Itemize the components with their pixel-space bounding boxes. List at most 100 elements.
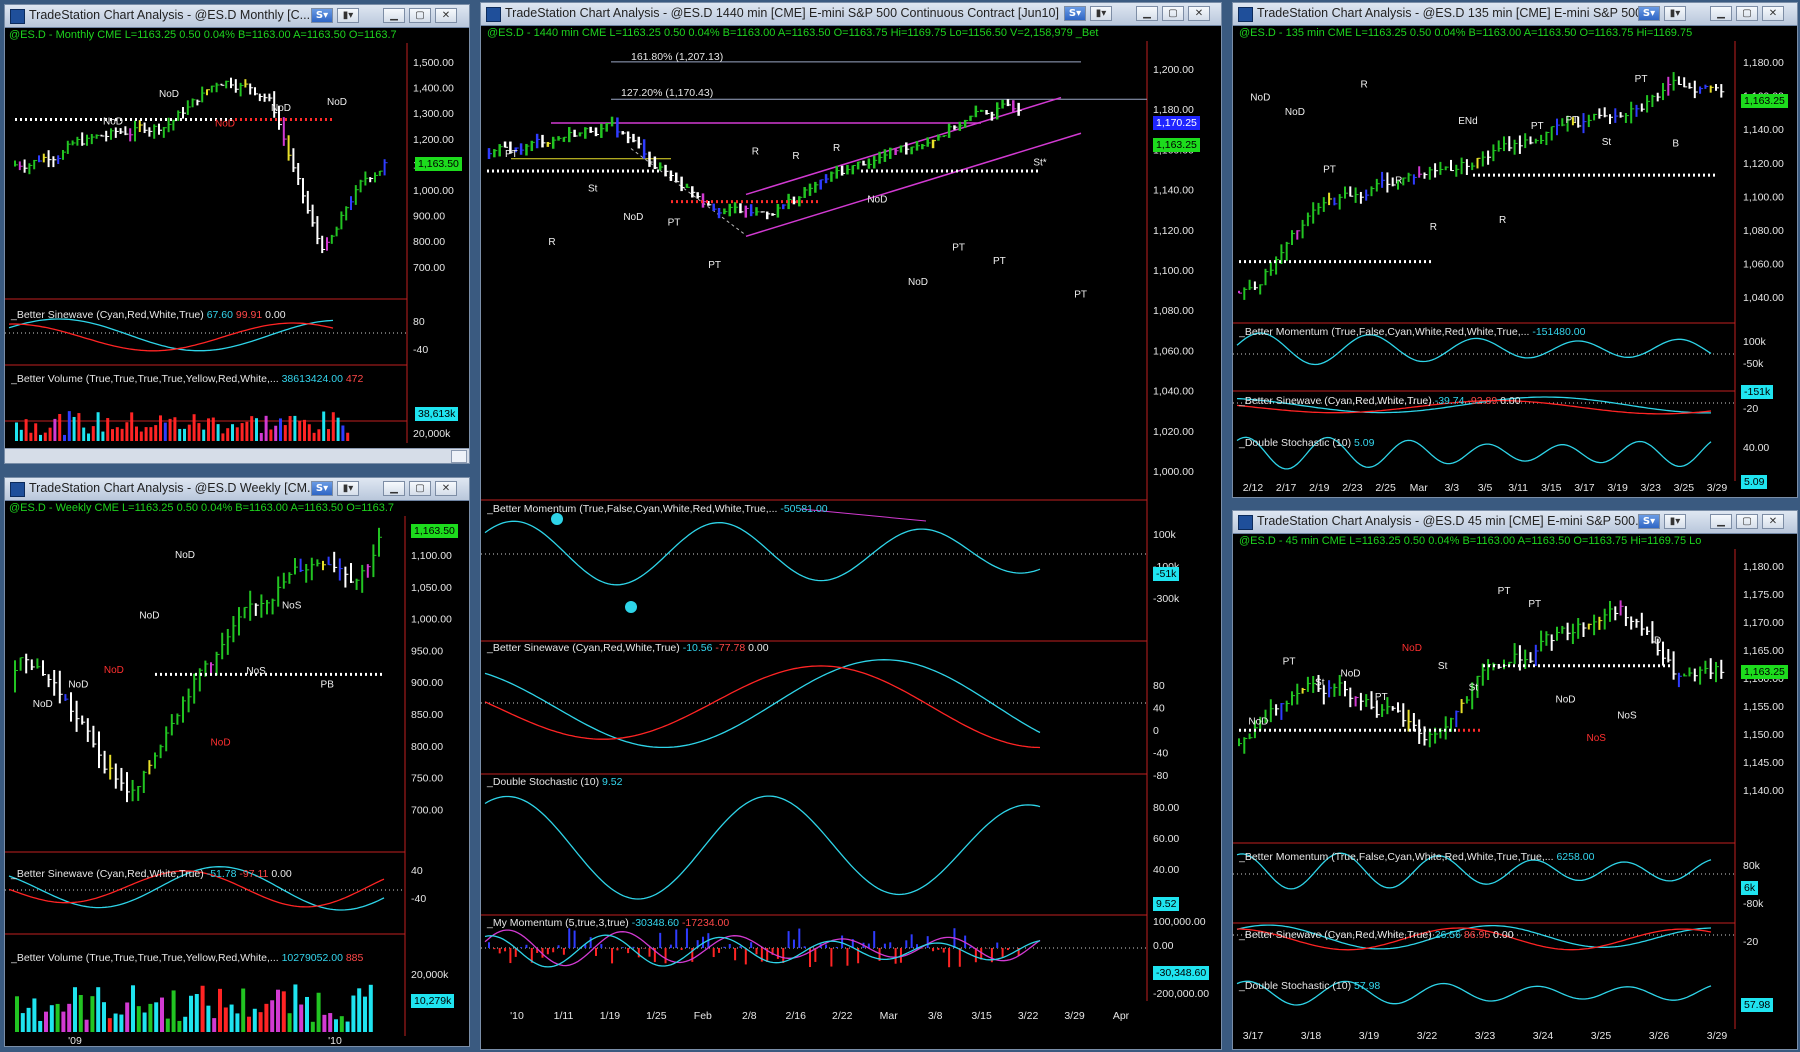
date-tick-label: 1/11	[554, 1010, 574, 1022]
close-button[interactable]: ✕	[435, 8, 457, 23]
symbol-link-button[interactable]: S▾	[1638, 6, 1660, 21]
maximize-button[interactable]: ▢	[1162, 6, 1184, 21]
volume-bar	[135, 426, 138, 441]
signal-marker: NoD	[1285, 107, 1305, 118]
title-bar[interactable]: TradeStation Chart Analysis - @ES.D Week…	[5, 478, 469, 501]
symbol-link-button[interactable]: S▾	[311, 481, 333, 496]
minimize-button[interactable]: ▁	[1710, 6, 1732, 21]
volume-bar	[90, 996, 95, 1032]
date-tick-label: 3/11	[1508, 482, 1528, 494]
chart-window-45min[interactable]: TradeStation Chart Analysis - @ES.D 45 m…	[1232, 510, 1798, 1050]
menu-button[interactable]: ▮▾	[1090, 6, 1112, 21]
price-tick-label: 1,140.00	[1153, 185, 1194, 197]
momentum-tick-label: 100k	[1153, 529, 1177, 541]
price-tick-label: 1,060.00	[1153, 345, 1194, 357]
volume-bar	[259, 432, 263, 441]
menu-button[interactable]: ▮▾	[337, 481, 359, 496]
close-button[interactable]: ✕	[1762, 514, 1784, 529]
price-chart-1440min[interactable]: 1,200.001,180.001,160.001,140.001,120.00…	[481, 41, 1221, 1049]
price-tick-label: 900.00	[411, 677, 443, 689]
symbol-link-button[interactable]: S▾	[311, 8, 333, 23]
volume-bar	[264, 415, 268, 441]
price-tick-label: 1,175.00	[1743, 589, 1784, 601]
menu-button[interactable]: ▮▾	[1664, 514, 1686, 529]
symbol-link-button[interactable]: S▾	[1064, 6, 1086, 21]
title-bar[interactable]: TradeStation Chart Analysis - @ES.D 135 …	[1233, 3, 1797, 26]
volume-bar	[281, 991, 286, 1032]
chart-window-monthly[interactable]: TradeStation Chart Analysis - @ES.D Mont…	[4, 4, 470, 464]
minimize-button[interactable]: ▁	[383, 481, 405, 496]
my-momentum-tick-label: -200,000.00	[1153, 988, 1209, 1000]
signal-marker: R	[1430, 222, 1437, 233]
maximize-button[interactable]: ▢	[1736, 6, 1758, 21]
price-chart-45min[interactable]: 1,180.001,175.001,170.001,165.001,160.00…	[1233, 549, 1797, 1049]
signal-marker: PT	[952, 242, 965, 253]
volume-bar	[189, 995, 193, 1032]
symbol-link-button[interactable]: S▾	[1638, 514, 1660, 529]
volume-bar	[67, 411, 71, 441]
sinewave-cyan-line	[484, 659, 1041, 749]
minimize-button[interactable]: ▁	[1136, 6, 1158, 21]
date-tick-label: 3/22	[1417, 1030, 1438, 1042]
price-chart-135min[interactable]: 1,180.001,160.001,140.001,120.001,100.00…	[1233, 41, 1797, 497]
volume-bar	[111, 429, 114, 441]
signal-marker: D	[1654, 636, 1661, 647]
close-button[interactable]: ✕	[1762, 6, 1784, 21]
close-button[interactable]: ✕	[435, 481, 457, 496]
sinewave-label: _Better Sinewave (Cyan,Red,White,True) -…	[11, 868, 292, 880]
window-title: TradeStation Chart Analysis - @ES.D 45 m…	[1257, 514, 1646, 528]
maximize-button[interactable]: ▢	[1736, 514, 1758, 529]
title-bar[interactable]: TradeStation Chart Analysis - @ES.D 1440…	[481, 3, 1221, 26]
maximize-button[interactable]: ▢	[409, 8, 431, 23]
momentum-tag: -51k	[1153, 567, 1180, 581]
price-tick-label: 950.00	[411, 645, 443, 657]
volume-bar	[276, 989, 280, 1032]
signal-marker: St	[1469, 682, 1479, 693]
date-tick-label: 2/16	[786, 1010, 807, 1022]
price-tag-last: 1,163.25	[1153, 138, 1200, 152]
maximize-button[interactable]: ▢	[409, 481, 431, 496]
volume-bar	[107, 1018, 112, 1032]
price-tick-label: 1,180.00	[1153, 104, 1194, 116]
signal-marker: St*	[1033, 158, 1046, 169]
signal-marker: R	[1395, 176, 1402, 187]
price-tick-label: 1,120.00	[1153, 225, 1194, 237]
price-chart-monthly[interactable]: 1,500.001,400.001,300.001,200.001,100.00…	[5, 43, 469, 463]
fibonacci-label: 161.80% (1,207.13)	[631, 51, 723, 63]
close-button[interactable]: ✕	[1188, 6, 1210, 21]
signal-marker: NoD	[215, 118, 235, 129]
symbol-header: @ES.D - 45 min CME L=1163.25 0.50 0.04% …	[1239, 535, 1702, 547]
date-tick-label: 1/19	[600, 1010, 621, 1022]
signal-marker: NoD	[68, 680, 88, 691]
minimize-button[interactable]: ▁	[1710, 514, 1732, 529]
minimize-button[interactable]: ▁	[383, 8, 405, 23]
signal-marker: St	[1315, 678, 1325, 689]
volume-bar	[91, 426, 95, 441]
menu-button[interactable]: ▮▾	[1664, 6, 1686, 21]
volume-bar	[351, 995, 356, 1032]
signal-marker: NoD	[1340, 669, 1360, 680]
sinewave-tick-label: -40	[1153, 748, 1168, 760]
volume-bar	[274, 425, 278, 441]
price-tick-label: 700.00	[413, 262, 445, 274]
signal-marker: NoD	[139, 611, 159, 622]
volume-bar	[72, 416, 76, 441]
stochastic-tick-label: 60.00	[1153, 833, 1179, 845]
volume-label: _Better Volume (True,True,True,True,Yell…	[11, 952, 364, 964]
chart-window-135min[interactable]: TradeStation Chart Analysis - @ES.D 135 …	[1232, 2, 1798, 498]
price-tag: 1,163.50	[411, 524, 458, 538]
volume-bar	[229, 1004, 234, 1032]
horizontal-scrollbar[interactable]	[5, 448, 469, 463]
price-chart-weekly[interactable]: 1,100.00 1,050.00 1,000.00 950.00 900.00 850.…	[5, 516, 469, 1046]
chart-window-weekly[interactable]: TradeStation Chart Analysis - @ES.D Week…	[4, 477, 470, 1047]
title-bar[interactable]: TradeStation Chart Analysis - @ES.D Mont…	[5, 5, 469, 28]
date-tick-label: 3/15	[971, 1010, 992, 1022]
signal-marker: PT	[1565, 115, 1578, 126]
volume-bar	[247, 1016, 251, 1032]
volume-bar	[15, 996, 19, 1032]
signal-marker: ENd	[1458, 116, 1477, 127]
menu-button[interactable]: ▮▾	[337, 8, 359, 23]
chart-window-1440min[interactable]: TradeStation Chart Analysis - @ES.D 1440…	[480, 2, 1222, 1050]
title-bar[interactable]: TradeStation Chart Analysis - @ES.D 45 m…	[1233, 511, 1797, 534]
scroll-right-button[interactable]	[451, 450, 467, 463]
